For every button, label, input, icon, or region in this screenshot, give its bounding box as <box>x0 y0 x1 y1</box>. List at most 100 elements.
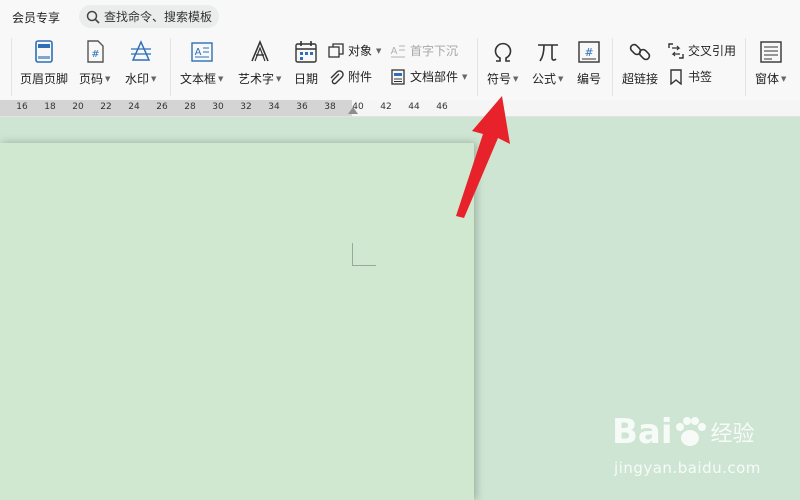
cross-ref-label: 交叉引用 <box>688 44 737 58</box>
chevron-down-icon: ▼ <box>462 72 468 81</box>
text-box-button[interactable]: A 文本框 ▼ <box>180 40 223 87</box>
watermark-label: 水印 <box>125 72 150 86</box>
chevron-down-icon: ▼ <box>151 74 157 83</box>
header-footer-button[interactable]: 页眉页脚 <box>20 40 68 87</box>
ruler-tick: 42 <box>380 102 392 112</box>
attachment-button[interactable]: 附件 <box>328 68 372 85</box>
date-button[interactable]: 日期 <box>294 40 318 87</box>
header-footer-icon <box>32 40 56 64</box>
group-separator <box>612 38 613 96</box>
ruler-tick: 22 <box>100 102 112 112</box>
margin-corner-mark <box>352 243 353 265</box>
search-input[interactable]: 查找命令、搜索模板 <box>104 8 212 25</box>
window-form-button[interactable]: 窗体 ▼ <box>755 40 786 87</box>
page-number-icon: # <box>83 40 107 64</box>
cross-ref-button[interactable]: 交叉引用 <box>668 42 736 59</box>
formula-button[interactable]: 公式 ▼ <box>532 40 563 87</box>
group-separator <box>477 38 478 96</box>
group-separator <box>11 38 12 96</box>
drop-cap-button[interactable]: A 首字下沉 <box>390 42 458 59</box>
doc-parts-label: 文档部件 <box>410 70 459 84</box>
svg-text:A: A <box>391 46 398 57</box>
bookmark-button[interactable]: 书签 <box>668 68 712 85</box>
tab-member[interactable]: 会员专享 <box>12 9 60 26</box>
link-icon <box>628 40 652 64</box>
object-icon <box>328 42 344 58</box>
formula-label: 公式 <box>532 72 557 86</box>
numbering-button[interactable]: # 编号 <box>577 40 601 87</box>
chevron-down-icon: ▼ <box>558 74 564 83</box>
ruler-tick: 26 <box>156 102 168 112</box>
watermark-button[interactable]: 水印 ▼ <box>125 40 156 87</box>
search-icon <box>86 10 100 24</box>
chevron-down-icon: ▼ <box>276 74 282 83</box>
ruler-tick: 34 <box>268 102 280 112</box>
art-text-icon <box>248 40 272 64</box>
chevron-down-icon: ▼ <box>781 74 787 83</box>
chevron-down-icon: ▼ <box>105 74 111 83</box>
ruler-tick: 36 <box>296 102 308 112</box>
ruler-tick: 32 <box>240 102 252 112</box>
bookmark-label: 书签 <box>688 70 713 84</box>
object-label: 对象 <box>348 44 373 58</box>
ruler-tick: 30 <box>212 102 224 112</box>
page-number-label: 页码 <box>79 72 104 86</box>
annotation-arrow-icon <box>456 96 510 218</box>
chevron-down-icon: ▼ <box>513 74 519 83</box>
ruler-tick: 28 <box>184 102 196 112</box>
object-button[interactable]: 对象 ▼ <box>328 42 381 59</box>
horizontal-ruler[interactable]: 16 18 20 22 24 26 28 30 32 34 36 38 40 4… <box>0 100 800 117</box>
ruler-tick: 24 <box>128 102 140 112</box>
paw-icon <box>675 417 706 446</box>
calendar-icon <box>294 40 318 64</box>
doc-parts-icon <box>391 68 405 85</box>
margin-corner-mark <box>352 265 376 266</box>
chevron-down-icon: ▼ <box>218 74 224 83</box>
drop-cap-icon: A <box>391 45 405 57</box>
ribbon: 会员专享 查找命令、搜索模板 页眉页脚 # 页码▼ 水印▼ A 文本框▼ <box>0 0 800 101</box>
command-search[interactable]: 查找命令、搜索模板 <box>79 5 219 28</box>
ruler-tick: 38 <box>324 102 336 112</box>
baidu-watermark-logo: Bai 经验 jingyan.baidu.com <box>612 412 792 492</box>
hyperlink-label: 超链接 <box>622 72 659 86</box>
form-icon <box>759 40 783 64</box>
bookmark-icon <box>670 68 682 85</box>
art-text-button[interactable]: 艺术字 ▼ <box>238 40 281 87</box>
text-box-label: 文本框 <box>180 72 217 86</box>
svg-text:A: A <box>194 47 201 58</box>
numbering-label: 编号 <box>577 72 602 86</box>
svg-text:#: # <box>91 49 99 60</box>
watermark-brand: Bai <box>612 412 673 452</box>
cross-reference-icon <box>668 42 684 59</box>
symbol-button[interactable]: 符号 ▼ <box>487 40 518 87</box>
chevron-down-icon: ▼ <box>376 46 382 55</box>
indent-marker[interactable] <box>348 107 358 114</box>
date-label: 日期 <box>294 72 319 86</box>
text-box-icon: A <box>190 40 214 64</box>
watermark-brand-cn: 经验 <box>710 422 755 447</box>
document-page[interactable] <box>0 143 474 500</box>
ruler-tick: 18 <box>44 102 56 112</box>
ruler-tick: 20 <box>72 102 84 112</box>
group-separator <box>170 38 171 96</box>
header-footer-label: 页眉页脚 <box>20 72 69 86</box>
art-text-label: 艺术字 <box>238 72 275 86</box>
paperclip-icon <box>330 69 344 84</box>
symbol-label: 符号 <box>487 72 512 86</box>
ruler-tick: 44 <box>408 102 420 112</box>
tab-bar: 会员专享 查找命令、搜索模板 <box>0 0 800 34</box>
page-number-button[interactable]: # 页码 ▼ <box>79 40 110 87</box>
watermark-icon <box>129 40 153 64</box>
attachment-label: 附件 <box>348 70 373 84</box>
pi-icon <box>536 40 560 64</box>
drop-cap-label: 首字下沉 <box>410 44 459 58</box>
ruler-tick: 46 <box>436 102 448 112</box>
svg-text:#: # <box>584 46 593 59</box>
watermark-url: jingyan.baidu.com <box>614 459 761 477</box>
group-separator <box>745 38 746 96</box>
hyperlink-button[interactable]: 超链接 <box>622 40 658 87</box>
doc-parts-button[interactable]: 文档部件 ▼ <box>390 68 467 85</box>
ruler-tick: 16 <box>16 102 28 112</box>
omega-icon <box>491 40 515 64</box>
numbering-icon: # <box>577 40 601 64</box>
